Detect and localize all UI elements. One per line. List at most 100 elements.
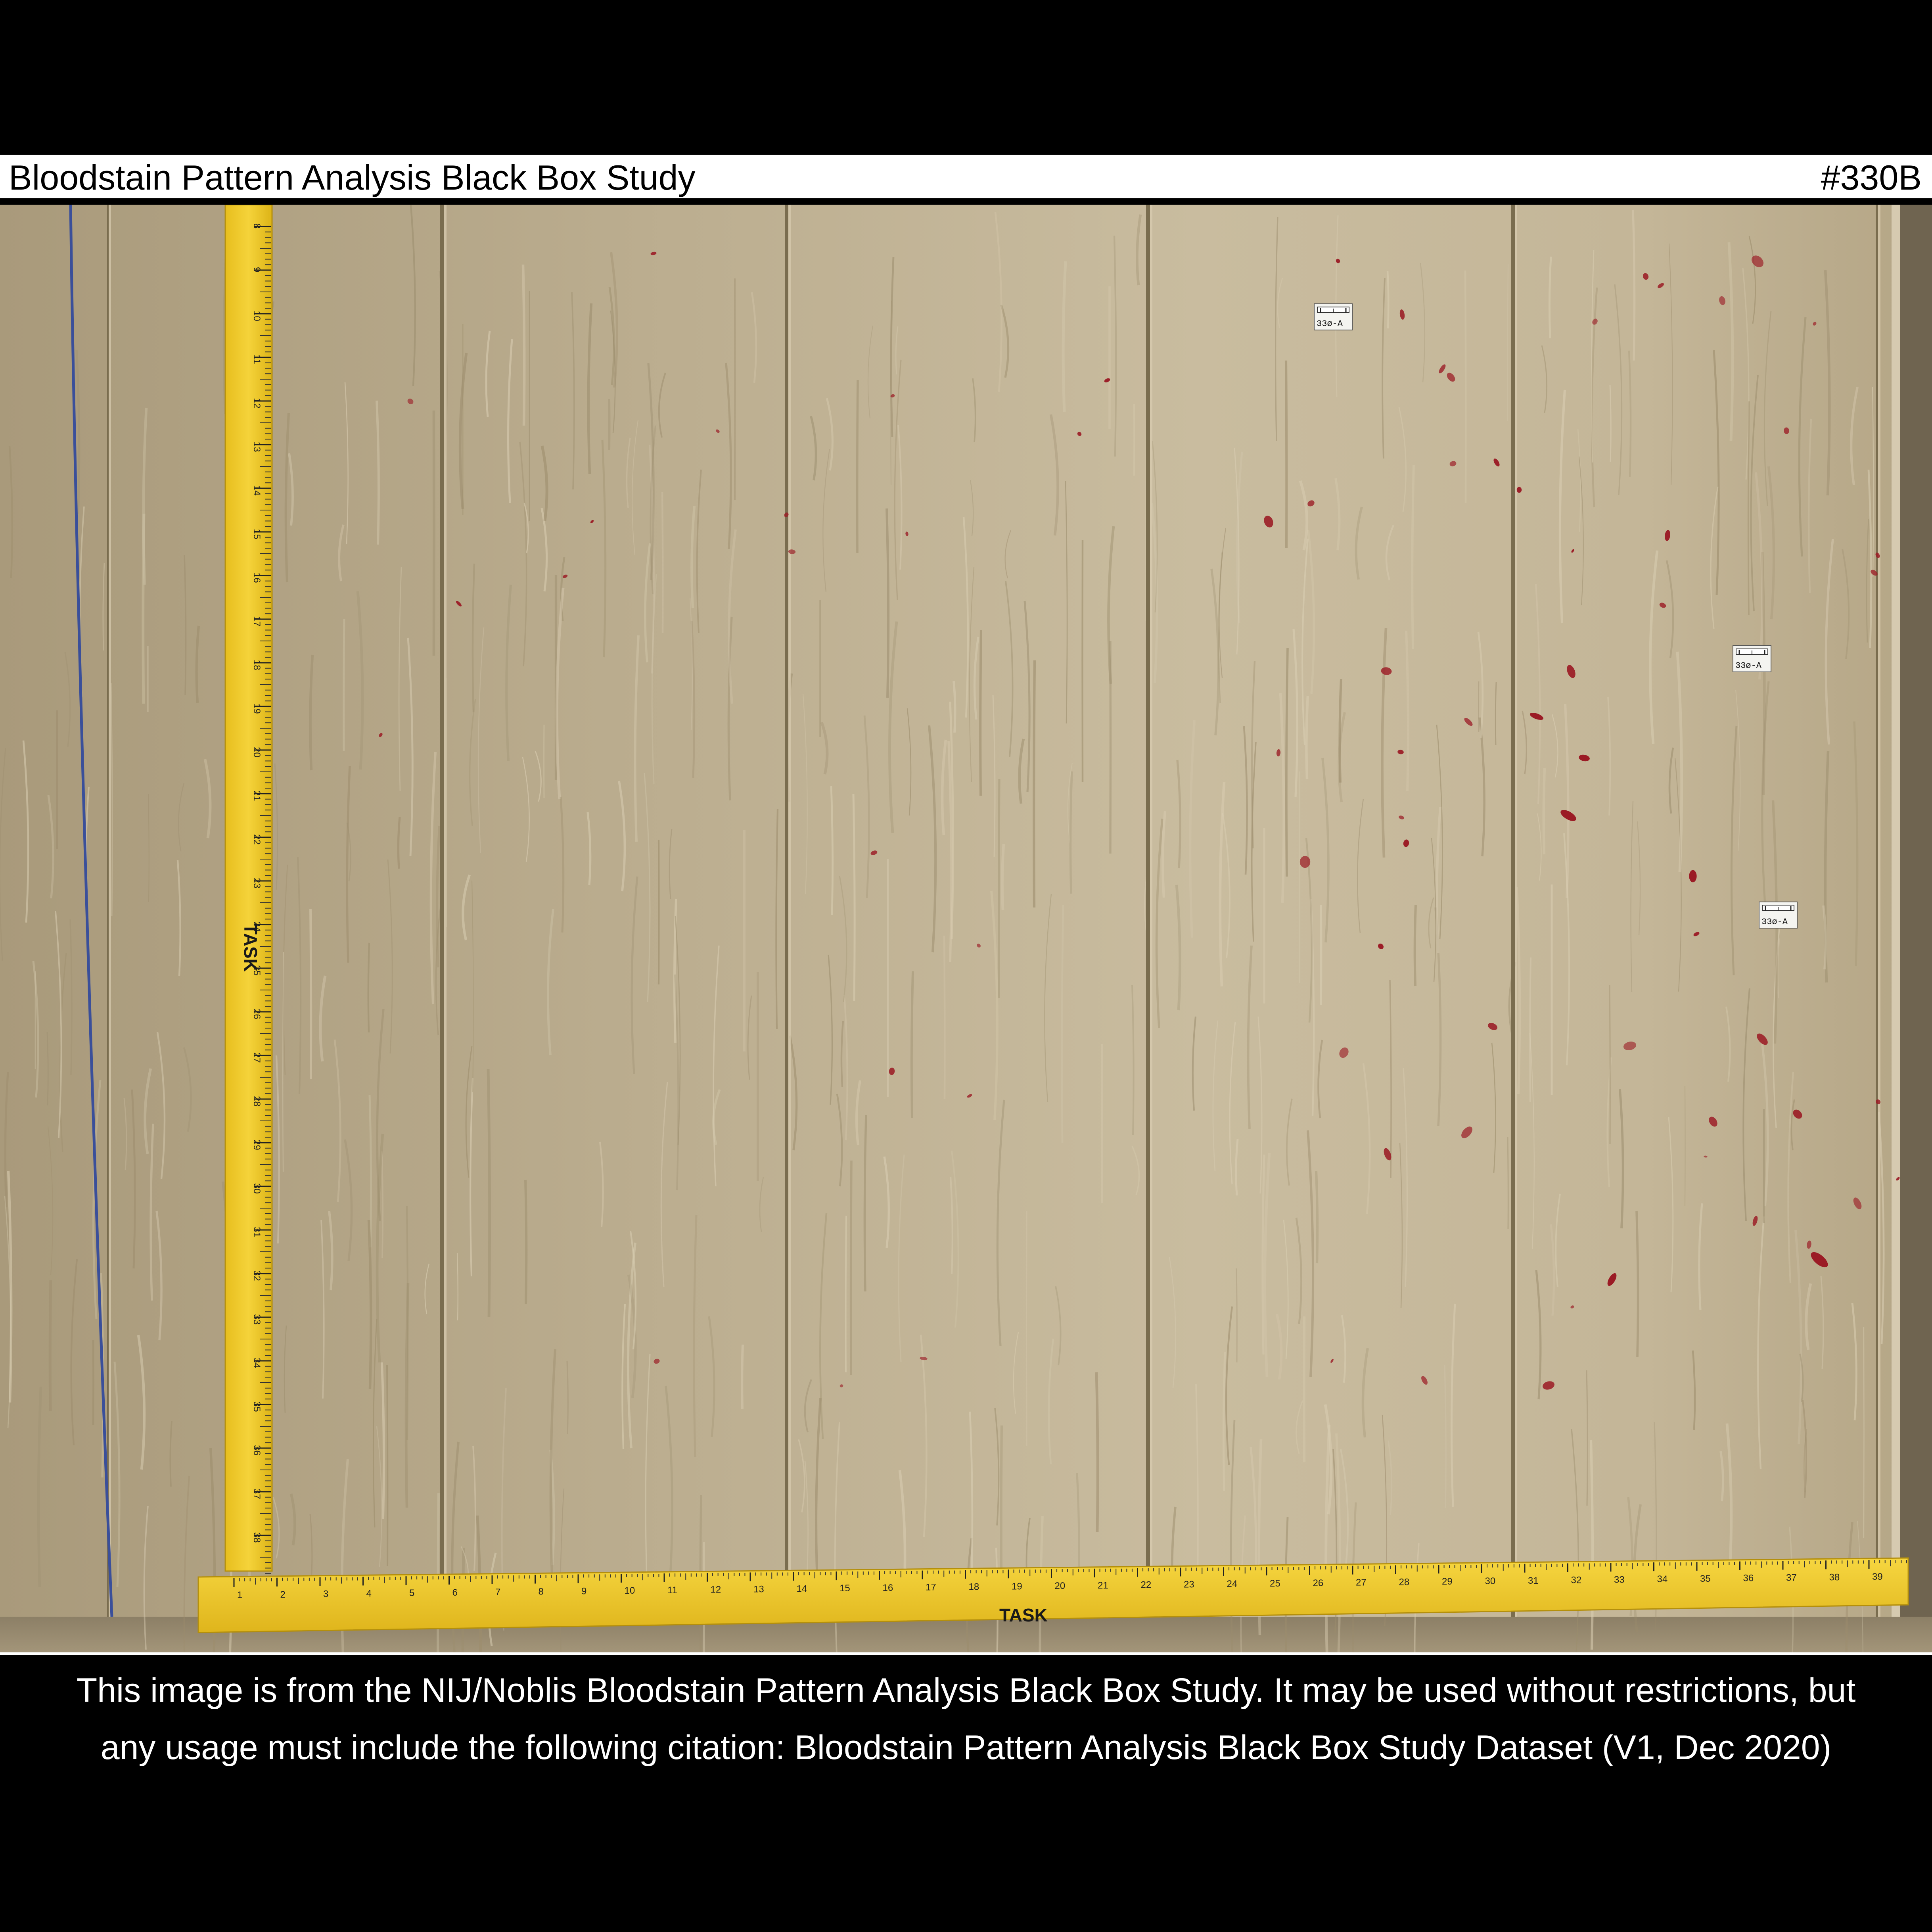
- groove-highlight: [109, 205, 111, 1617]
- grain-stroke: [1529, 957, 1531, 1102]
- panel-groove: [107, 205, 109, 1617]
- vertical-ruler-number: 30: [251, 1183, 262, 1194]
- evidence-tag-1-label: 33ø-A: [1317, 319, 1343, 329]
- evidence-tag-3: 33ø-A: [1759, 902, 1798, 929]
- vertical-ruler-number: 18: [251, 660, 262, 670]
- vertical-ruler-number: 10: [251, 311, 262, 321]
- horizontal-ruler-number: 28: [1399, 1577, 1410, 1587]
- grain-stroke: [979, 629, 982, 796]
- vertical-ruler-number: 17: [251, 616, 262, 627]
- grain-stroke: [1133, 403, 1135, 476]
- horizontal-ruler-number: 34: [1657, 1574, 1668, 1585]
- vertical-ruler-number: 26: [251, 1009, 262, 1019]
- evidence-photo: 33ø-A 33ø-A 33ø-A 8 9 10 11 12 13 14 15 …: [0, 205, 1932, 1652]
- vertical-ruler-number: 36: [251, 1445, 262, 1456]
- horizontal-ruler-number: 38: [1829, 1572, 1840, 1583]
- wall-photo-svg: 33ø-A 33ø-A 33ø-A 8910111213141516171819…: [0, 205, 1932, 1652]
- horizontal-ruler-number: 39: [1872, 1571, 1883, 1582]
- horizontal-ruler-number: 24: [1227, 1579, 1238, 1589]
- panel-groove: [1511, 205, 1515, 1617]
- image-id: #330B: [1821, 158, 1922, 197]
- horizontal-ruler-number: 23: [1184, 1579, 1194, 1590]
- grain-stroke: [741, 1344, 744, 1409]
- groove-highlight: [1150, 205, 1152, 1617]
- vertical-ruler-number: 16: [251, 572, 262, 583]
- grain-stroke: [943, 935, 946, 1099]
- horizontal-ruler-number: 19: [1012, 1581, 1022, 1592]
- groove-highlight: [1515, 205, 1517, 1617]
- grain-stroke: [1236, 1268, 1238, 1363]
- vertical-ruler-brand: TASK: [240, 923, 261, 972]
- vertical-ruler-number: 38: [251, 1532, 262, 1543]
- panel-groove: [440, 205, 444, 1617]
- vertical-yardstick: 8910111213141516171819202122232425262728…: [224, 205, 273, 1618]
- horizontal-ruler-number: 21: [1098, 1580, 1108, 1591]
- horizontal-ruler-number: 4: [366, 1588, 372, 1599]
- evidence-tag-2-label: 33ø-A: [1735, 661, 1762, 671]
- horizontal-ruler-number: 2: [280, 1589, 286, 1600]
- horizontal-ruler-number: 22: [1141, 1580, 1152, 1590]
- horizontal-ruler-number: 18: [969, 1581, 979, 1592]
- vertical-ruler-number: 28: [251, 1096, 262, 1107]
- header-bar: Bloodstain Pattern Analysis Black Box St…: [0, 155, 1932, 201]
- panel-groove: [1876, 205, 1878, 1617]
- horizontal-ruler-number: 27: [1356, 1577, 1367, 1588]
- horizontal-ruler-number: 25: [1270, 1578, 1280, 1589]
- horizontal-ruler-number: 17: [926, 1582, 936, 1593]
- grain-stroke: [92, 1340, 94, 1425]
- vertical-ruler-number: 15: [251, 529, 262, 539]
- grain-stroke: [524, 1180, 528, 1304]
- grain-stroke: [1001, 844, 1005, 910]
- horizontal-ruler-number: 10: [625, 1585, 635, 1596]
- vertical-ruler-number: 19: [251, 703, 262, 714]
- vertical-ruler-number: 22: [251, 834, 262, 845]
- wall-background: [0, 205, 1932, 1652]
- horizontal-ruler-number: 7: [495, 1587, 500, 1598]
- vertical-ruler-number: 37: [251, 1489, 262, 1499]
- horizontal-ruler-number: 29: [1442, 1576, 1453, 1587]
- vertical-ruler-number: 9: [251, 267, 262, 272]
- evidence-tag-1: 33ø-A: [1314, 303, 1353, 330]
- grain-stroke: [661, 492, 664, 633]
- groove-highlight: [788, 205, 791, 1617]
- grain-stroke: [521, 264, 526, 426]
- horizontal-ruler-number: 31: [1528, 1575, 1539, 1586]
- grain-stroke: [1315, 1170, 1319, 1264]
- horizontal-ruler-number: 30: [1485, 1576, 1496, 1587]
- horizontal-ruler-number: 6: [452, 1587, 458, 1598]
- vertical-ruler-number: 20: [251, 747, 262, 758]
- vertical-ruler-number: 29: [251, 1140, 262, 1150]
- grain-stroke: [1303, 1316, 1306, 1463]
- citation-caption: This image is from the NIJ/Noblis Bloods…: [0, 1662, 1932, 1776]
- vertical-ruler-number: 21: [251, 790, 262, 801]
- grain-stroke: [856, 380, 859, 553]
- horizontal-ruler-number: 5: [409, 1588, 414, 1598]
- horizontal-ruler-number: 16: [883, 1583, 893, 1593]
- grain-stroke: [309, 909, 312, 1079]
- horizontal-ruler-number: 3: [323, 1589, 328, 1600]
- groove-highlight: [1878, 205, 1880, 1617]
- horizontal-ruler-number: 33: [1614, 1574, 1625, 1585]
- panel-groove: [785, 205, 788, 1617]
- horizontal-ruler-brand: TASK: [999, 1605, 1048, 1625]
- header-title: Bloodstain Pattern Analysis Black Box St…: [9, 158, 696, 197]
- horizontal-ruler-number: 12: [711, 1585, 721, 1595]
- grain-stroke: [48, 1280, 52, 1411]
- vertical-ruler-number: 12: [251, 398, 262, 409]
- horizontal-ruler-number: 32: [1571, 1575, 1582, 1586]
- caption-line-2: any usage must include the following cit…: [100, 1729, 1832, 1767]
- blood-stain: [1689, 870, 1697, 883]
- panel-groove: [1146, 205, 1150, 1617]
- wall-edge-highlight: [1892, 205, 1900, 1617]
- horizontal-ruler-number: 26: [1313, 1578, 1324, 1589]
- horizontal-ruler-number: 13: [753, 1584, 764, 1595]
- vertical-ruler-number: 8: [251, 223, 262, 228]
- horizontal-ruler-number: 8: [539, 1587, 544, 1597]
- grain-stroke: [1464, 270, 1467, 504]
- horizontal-ruler-number: 37: [1786, 1573, 1797, 1583]
- vertical-ruler-number: 32: [251, 1270, 262, 1281]
- vertical-ruler-number: 33: [251, 1314, 262, 1325]
- grain-stroke: [1542, 768, 1546, 855]
- grain-stroke: [910, 971, 914, 1119]
- vertical-ruler-number: 13: [251, 441, 262, 452]
